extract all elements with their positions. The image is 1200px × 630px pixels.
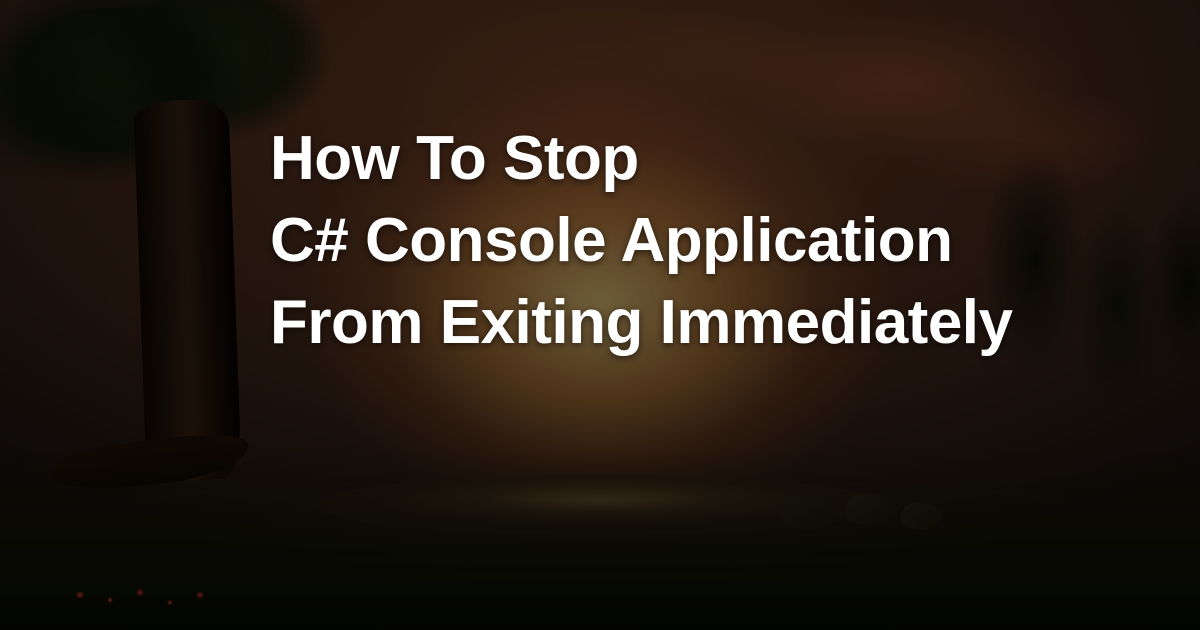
title-container: How To Stop C# Console Application From … bbox=[270, 118, 1013, 363]
page-title: How To Stop C# Console Application From … bbox=[270, 118, 1013, 363]
